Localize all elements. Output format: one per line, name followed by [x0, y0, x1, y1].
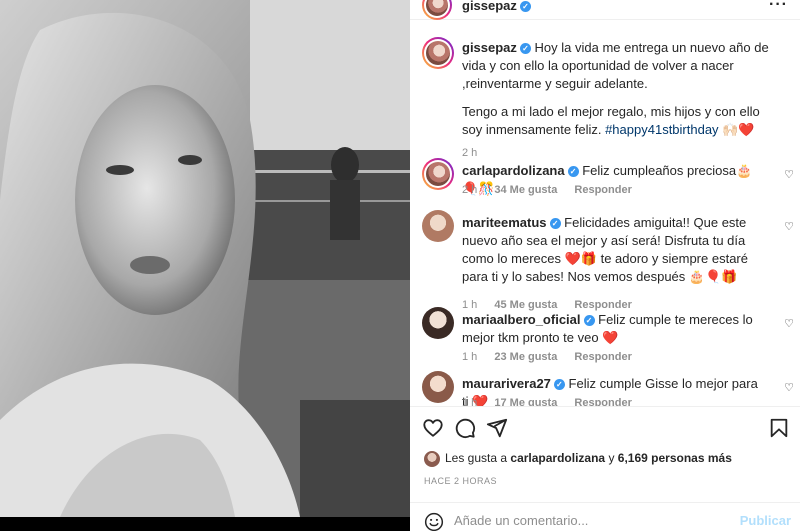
comments-list[interactable]: gissepaz ✓ Hoy la vida me entrega un nuev… — [410, 21, 800, 406]
add-comment-bar: Publicar — [410, 502, 800, 531]
comment-meta: 2 h 34 Me gusta Responder — [462, 184, 646, 196]
author-username-text[interactable]: gissepaz — [462, 0, 517, 13]
comment-likes[interactable]: 45 Me gusta — [494, 299, 557, 311]
comment-meta: 1 h 45 Me gusta Responder — [462, 299, 646, 311]
verified-icon: ✓ — [583, 315, 595, 327]
comment-icon[interactable] — [454, 417, 476, 439]
caption-text: gissepaz ✓ Hoy la vida me entrega un nuev… — [462, 39, 772, 139]
comment-text: mariaalbero_oficial ✓ Feliz cumple te mer… — [462, 311, 762, 347]
post-photo[interactable] — [0, 0, 410, 517]
author-username[interactable]: gissepaz ✓ — [462, 0, 531, 13]
share-icon[interactable] — [486, 417, 508, 439]
post-side-panel: gissepaz ✓ ··· gissepaz ✓ Hoy la vida me e… — [410, 0, 800, 531]
comment-reply-button[interactable]: Responder — [574, 351, 631, 363]
comment-avatar[interactable] — [422, 158, 454, 190]
verified-icon: ✓ — [567, 166, 579, 178]
comment-username[interactable]: carlapardolizana — [462, 163, 565, 178]
author-avatar[interactable] — [422, 0, 452, 20]
comment-likes[interactable]: 34 Me gusta — [494, 184, 557, 196]
comment-time[interactable]: 1 h — [462, 299, 477, 311]
verified-icon: ✓ — [553, 379, 565, 391]
caption-hashtag[interactable]: #happy41stbirthday — [605, 122, 718, 137]
likes-count[interactable]: 6,169 personas más — [618, 451, 732, 465]
post-timestamp[interactable]: HACE 2 HORAS — [424, 476, 497, 486]
verified-icon: ✓ — [519, 43, 531, 55]
bookmark-icon[interactable] — [768, 417, 790, 439]
caption-username[interactable]: gissepaz — [462, 40, 517, 55]
comment-likes[interactable]: 17 Me gusta — [494, 397, 557, 406]
comment-time[interactable]: 1 h — [462, 397, 477, 406]
comment-username[interactable]: maurarivera27 — [462, 376, 551, 391]
comment-meta: 1 h 23 Me gusta Responder — [462, 351, 646, 363]
comment-username[interactable]: mariaalbero_oficial — [462, 312, 581, 327]
photo-bottom-bar — [0, 517, 410, 531]
comment-text: mariteematus ✓ Felicidades amiguita!! Que… — [462, 214, 762, 286]
action-bar — [410, 406, 800, 448]
liker-avatar[interactable] — [424, 451, 440, 467]
comment-like-icon[interactable]: ♡ — [784, 220, 794, 233]
comment-like-icon[interactable]: ♡ — [784, 168, 794, 181]
caption-emoji: 🙌🏻❤️ — [722, 122, 755, 137]
comment-avatar[interactable] — [422, 307, 454, 339]
verified-icon: ✓ — [519, 1, 531, 13]
comment-avatar[interactable] — [422, 210, 454, 242]
caption-avatar[interactable] — [422, 37, 454, 69]
comment-username[interactable]: mariteematus — [462, 215, 547, 230]
caption-meta: 2 h — [462, 147, 491, 159]
comment-reply-button[interactable]: Responder — [574, 184, 631, 196]
more-icon[interactable]: ··· — [769, 0, 788, 14]
comment-like-icon[interactable]: ♡ — [784, 317, 794, 330]
comment-time[interactable]: 1 h — [462, 351, 477, 363]
comment-avatar[interactable] — [422, 371, 454, 403]
likes-middle: y — [608, 451, 615, 466]
comment-like-icon[interactable]: ♡ — [784, 381, 794, 394]
likes-summary: Les gusta a carlapardolizana y 6,169 per… — [424, 451, 732, 467]
comment-reply-button[interactable]: Responder — [574, 397, 631, 406]
comment-meta: 1 h 17 Me gusta Responder — [462, 397, 646, 406]
verified-icon: ✓ — [549, 218, 561, 230]
comment-likes[interactable]: 23 Me gusta — [494, 351, 557, 363]
emoji-icon[interactable] — [424, 512, 444, 531]
caption-time[interactable]: 2 h — [462, 147, 477, 159]
post-photo-image — [0, 0, 410, 517]
publish-button[interactable]: Publicar — [740, 513, 791, 528]
comment-input[interactable] — [454, 508, 734, 531]
heart-icon[interactable] — [422, 417, 444, 439]
likes-prefix: Les gusta a — [445, 451, 508, 466]
post-header: gissepaz ✓ ··· — [410, 0, 800, 20]
comment-time[interactable]: 2 h — [462, 184, 477, 196]
likes-user[interactable]: carlapardolizana — [510, 451, 605, 465]
comment-reply-button[interactable]: Responder — [574, 299, 631, 311]
